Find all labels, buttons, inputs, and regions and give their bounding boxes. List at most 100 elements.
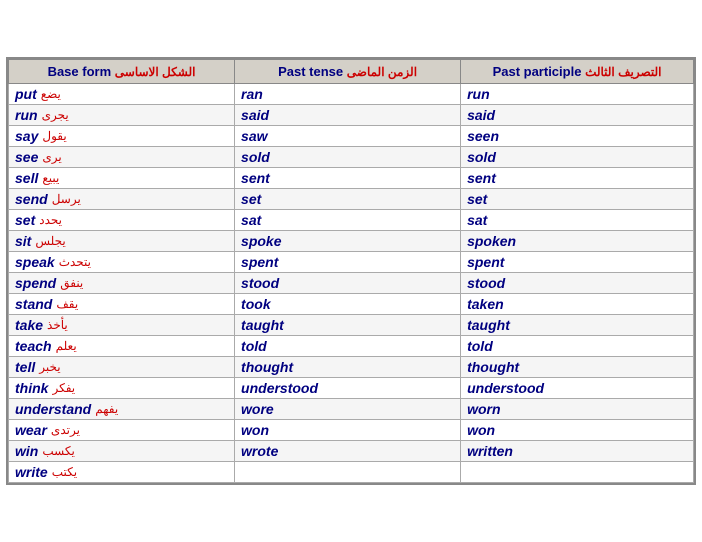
- past-participle-cell: sent: [461, 168, 694, 189]
- past-tense-word: thought: [241, 359, 293, 375]
- table-row: يرتدىwearwonwon: [9, 420, 694, 441]
- base-english-word: sell: [15, 170, 38, 186]
- base-form-cell: يقف stand: [9, 294, 235, 315]
- table-row: يخبرtell thought thought: [9, 357, 694, 378]
- past-tense-word: won: [241, 422, 269, 438]
- base-english-word: see: [15, 149, 38, 165]
- past-participle-cell: written: [461, 441, 694, 462]
- irregular-verbs-table: Base form الشكل الاساسىPast tense الزمن …: [6, 57, 696, 485]
- past-participle-word: sold: [467, 149, 496, 165]
- past-tense-cell: sent: [235, 168, 461, 189]
- arabic-word: يأخذ: [47, 318, 68, 332]
- table-row: ينفقspendstoodstood: [9, 273, 694, 294]
- col-header-past-participle: Past participle التصريف الثالث: [461, 60, 694, 84]
- base-form-cell: يبيع sell: [9, 168, 235, 189]
- past-tense-cell: sold: [235, 147, 461, 168]
- table-row: يبيع sell sent sent: [9, 168, 694, 189]
- base-english-word: put: [15, 86, 37, 102]
- table-row: يجلس sit spoke spoken: [9, 231, 694, 252]
- past-tense-cell: set: [235, 189, 461, 210]
- table-row: يكتب write: [9, 462, 694, 483]
- past-tense-word: sent: [241, 170, 270, 186]
- arabic-word: يتحدث: [59, 255, 91, 269]
- past-participle-word: taught: [467, 317, 510, 333]
- past-participle-word: written: [467, 443, 513, 459]
- past-tense-cell: wrote: [235, 441, 461, 462]
- arabic-word: يرسل: [52, 192, 81, 206]
- arabic-word: يفهم: [95, 402, 118, 416]
- base-english-word: set: [15, 212, 35, 228]
- past-participle-cell: spent: [461, 252, 694, 273]
- past-tense-word: saw: [241, 128, 267, 144]
- base-english-word: stand: [15, 296, 52, 312]
- table-row: يعلمteachtoldtold: [9, 336, 694, 357]
- past-tense-cell: told: [235, 336, 461, 357]
- arabic-word: يجرى: [42, 108, 69, 122]
- past-participle-word: run: [467, 86, 490, 102]
- past-tense-word: told: [241, 338, 267, 354]
- past-tense-cell: [235, 462, 461, 483]
- past-participle-word: stood: [467, 275, 505, 291]
- past-participle-word: said: [467, 107, 495, 123]
- past-tense-cell: said: [235, 105, 461, 126]
- base-english-word: wear: [15, 422, 47, 438]
- past-participle-cell: told: [461, 336, 694, 357]
- arabic-word: يقف: [56, 297, 78, 311]
- table-row: يجرىrunsaidsaid: [9, 105, 694, 126]
- past-participle-word: told: [467, 338, 493, 354]
- table-row: يتحدث speak spentspent: [9, 252, 694, 273]
- past-tense-word: wrote: [241, 443, 278, 459]
- past-participle-cell: understood: [461, 378, 694, 399]
- arabic-word: يكتب: [52, 465, 77, 479]
- base-english-word: sit: [15, 233, 31, 249]
- past-tense-cell: wore: [235, 399, 461, 420]
- base-form-cell: يرسلsend: [9, 189, 235, 210]
- past-participle-word: understood: [467, 380, 544, 396]
- arabic-word: يفكر: [52, 381, 75, 395]
- past-tense-cell: thought: [235, 357, 461, 378]
- arabic-word: يرتدى: [51, 423, 80, 437]
- past-tense-cell: taught: [235, 315, 461, 336]
- past-tense-cell: won: [235, 420, 461, 441]
- base-english-word: spend: [15, 275, 56, 291]
- table-row: يكسبwinwrotewritten: [9, 441, 694, 462]
- base-english-word: speak: [15, 254, 55, 270]
- past-tense-cell: saw: [235, 126, 461, 147]
- table-row: يرسلsendsetset: [9, 189, 694, 210]
- table-row: يرىseesoldsold: [9, 147, 694, 168]
- base-form-cell: يجلس sit: [9, 231, 235, 252]
- base-form-cell: يفكرthink: [9, 378, 235, 399]
- arabic-word: يجلس: [35, 234, 65, 248]
- arabic-word: يبيع: [42, 171, 59, 185]
- base-english-word: win: [15, 443, 38, 459]
- base-form-cell: يرتدى wear: [9, 420, 235, 441]
- past-tense-word: sat: [241, 212, 261, 228]
- arabic-word: يعلم: [56, 339, 77, 353]
- past-participle-word: sent: [467, 170, 496, 186]
- past-participle-cell: thought: [461, 357, 694, 378]
- past-tense-cell: ran: [235, 84, 461, 105]
- table-row: يضعputranrun: [9, 84, 694, 105]
- base-english-word: write: [15, 464, 48, 480]
- past-tense-cell: spent: [235, 252, 461, 273]
- table-row: يفكرthinkunderstoodunderstood: [9, 378, 694, 399]
- base-form-cell: يكتب write: [9, 462, 235, 483]
- past-participle-word: taken: [467, 296, 504, 312]
- base-form-cell: يقولsay: [9, 126, 235, 147]
- past-participle-word: set: [467, 191, 487, 207]
- past-tense-word: taught: [241, 317, 284, 333]
- past-participle-cell: seen: [461, 126, 694, 147]
- past-tense-word: spoke: [241, 233, 281, 249]
- arabic-word: ينفق: [60, 276, 83, 290]
- past-participle-cell: stood: [461, 273, 694, 294]
- past-tense-cell: sat: [235, 210, 461, 231]
- table-header: Base form الشكل الاساسىPast tense الزمن …: [9, 60, 694, 84]
- past-participle-cell: sat: [461, 210, 694, 231]
- base-form-cell: يجرىrun: [9, 105, 235, 126]
- base-form-cell: يفهمunderstand: [9, 399, 235, 420]
- past-tense-word: took: [241, 296, 271, 312]
- past-participle-word: sat: [467, 212, 487, 228]
- base-form-cell: يخبرtell: [9, 357, 235, 378]
- past-participle-cell: spoken: [461, 231, 694, 252]
- past-participle-word: thought: [467, 359, 519, 375]
